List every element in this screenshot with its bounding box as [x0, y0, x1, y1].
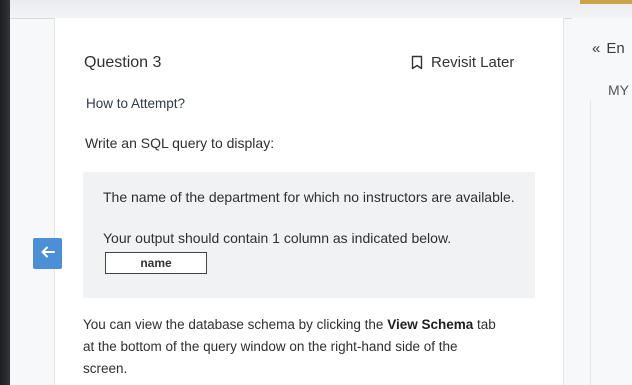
view-schema-label: View Schema [387, 317, 474, 332]
question-intro: Write an SQL query to display: [85, 135, 275, 151]
schema-note-tab: tab [477, 317, 496, 332]
question-panel: Question 3 Revisit Later How to Attempt?… [54, 18, 564, 385]
top-accent [580, 0, 632, 4]
how-to-attempt-heading: How to Attempt? [86, 96, 186, 111]
output-instruction: Your output should contain 1 column as i… [103, 230, 452, 246]
task-description: The name of the department for which no … [103, 189, 515, 205]
schema-note: You can view the database schema by clic… [83, 314, 543, 380]
bookmark-icon [411, 55, 423, 70]
revisit-later-label: Revisit Later [431, 54, 515, 71]
schema-note-text: You can view the database schema by clic… [83, 317, 384, 332]
my-label: MY [608, 82, 629, 98]
expand-label: En [606, 40, 625, 57]
output-column-header: name [105, 252, 207, 274]
task-box: The name of the department for which no … [83, 172, 535, 298]
arrow-left-icon [41, 245, 55, 263]
question-title: Question 3 [84, 54, 162, 71]
top-bar [10, 0, 632, 19]
right-panel-divider [590, 100, 591, 385]
right-panel [572, 18, 632, 385]
revisit-later-button[interactable]: Revisit Later [411, 54, 514, 71]
schema-note-line2: at the bottom of the query window on the… [83, 339, 458, 354]
back-button[interactable] [33, 238, 62, 269]
expand-toggle[interactable]: « En [592, 40, 625, 57]
double-chevron-left-icon: « [592, 40, 601, 57]
schema-note-line3: screen. [83, 361, 128, 376]
